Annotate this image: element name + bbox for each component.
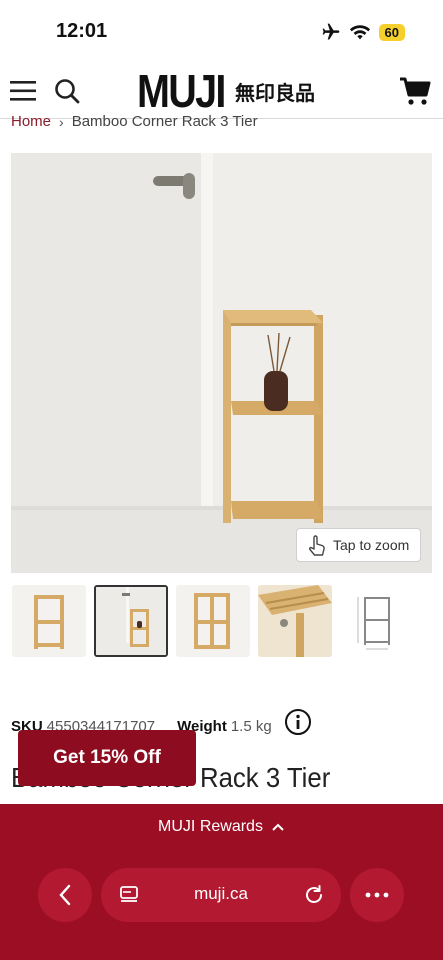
back-button[interactable] — [38, 868, 92, 922]
product-photo — [11, 153, 432, 573]
thumbnail-strip — [12, 585, 414, 657]
chevron-left-icon — [59, 884, 71, 906]
status-icons: 60 — [321, 22, 405, 42]
thumbnail-5[interactable] — [340, 585, 414, 657]
breadcrumb-home[interactable]: Home — [11, 113, 51, 130]
more-options-button[interactable] — [350, 868, 404, 922]
thumbnail-2[interactable] — [94, 585, 168, 657]
thumbnail-3[interactable] — [176, 585, 250, 657]
breadcrumb-current: Bamboo Corner Rack 3 Tier — [71, 113, 258, 130]
battery-icon: 60 — [378, 23, 405, 41]
cart-icon[interactable] — [399, 76, 431, 106]
promo-button[interactable]: Get 15% Off — [18, 730, 196, 786]
airplane-icon — [322, 23, 339, 40]
status-bar: 12:01 60 — [0, 0, 443, 64]
rewards-label: MUJI Rewards — [158, 818, 263, 835]
thumbnail-1[interactable] — [12, 585, 86, 657]
site-header: MUJI 無印良品 — [0, 64, 443, 119]
hand-tap-icon — [309, 535, 325, 556]
logo-kanji: 無印良品 — [235, 80, 315, 105]
address-bar[interactable]: muji.ca — [101, 868, 341, 922]
reload-icon[interactable] — [303, 884, 325, 906]
muji-logo[interactable]: MUJI 無印良品 — [137, 65, 315, 117]
weight-value: 1.5 kg — [230, 718, 272, 735]
tap-to-zoom-button[interactable]: Tap to zoom — [296, 528, 421, 562]
info-icon[interactable] — [284, 708, 312, 736]
status-time: 12:01 — [56, 20, 108, 42]
wifi-icon — [349, 25, 370, 40]
ellipsis-icon — [365, 892, 389, 898]
chevron-up-icon — [272, 823, 284, 831]
breadcrumb: Home › Bamboo Corner Rack 3 Tier — [11, 113, 258, 130]
rewards-toggle[interactable]: MUJI Rewards — [0, 818, 443, 836]
breadcrumb-separator: › — [59, 113, 64, 130]
search-icon[interactable] — [54, 78, 80, 104]
thumbnail-4[interactable] — [258, 585, 332, 657]
browser-bottom-bar: MUJI Rewards muji.ca — [0, 804, 443, 960]
menu-icon[interactable] — [10, 80, 38, 102]
logo-latin: MUJI — [137, 65, 226, 117]
product-main-image[interactable] — [11, 153, 432, 573]
zoom-label: Tap to zoom — [333, 537, 410, 553]
